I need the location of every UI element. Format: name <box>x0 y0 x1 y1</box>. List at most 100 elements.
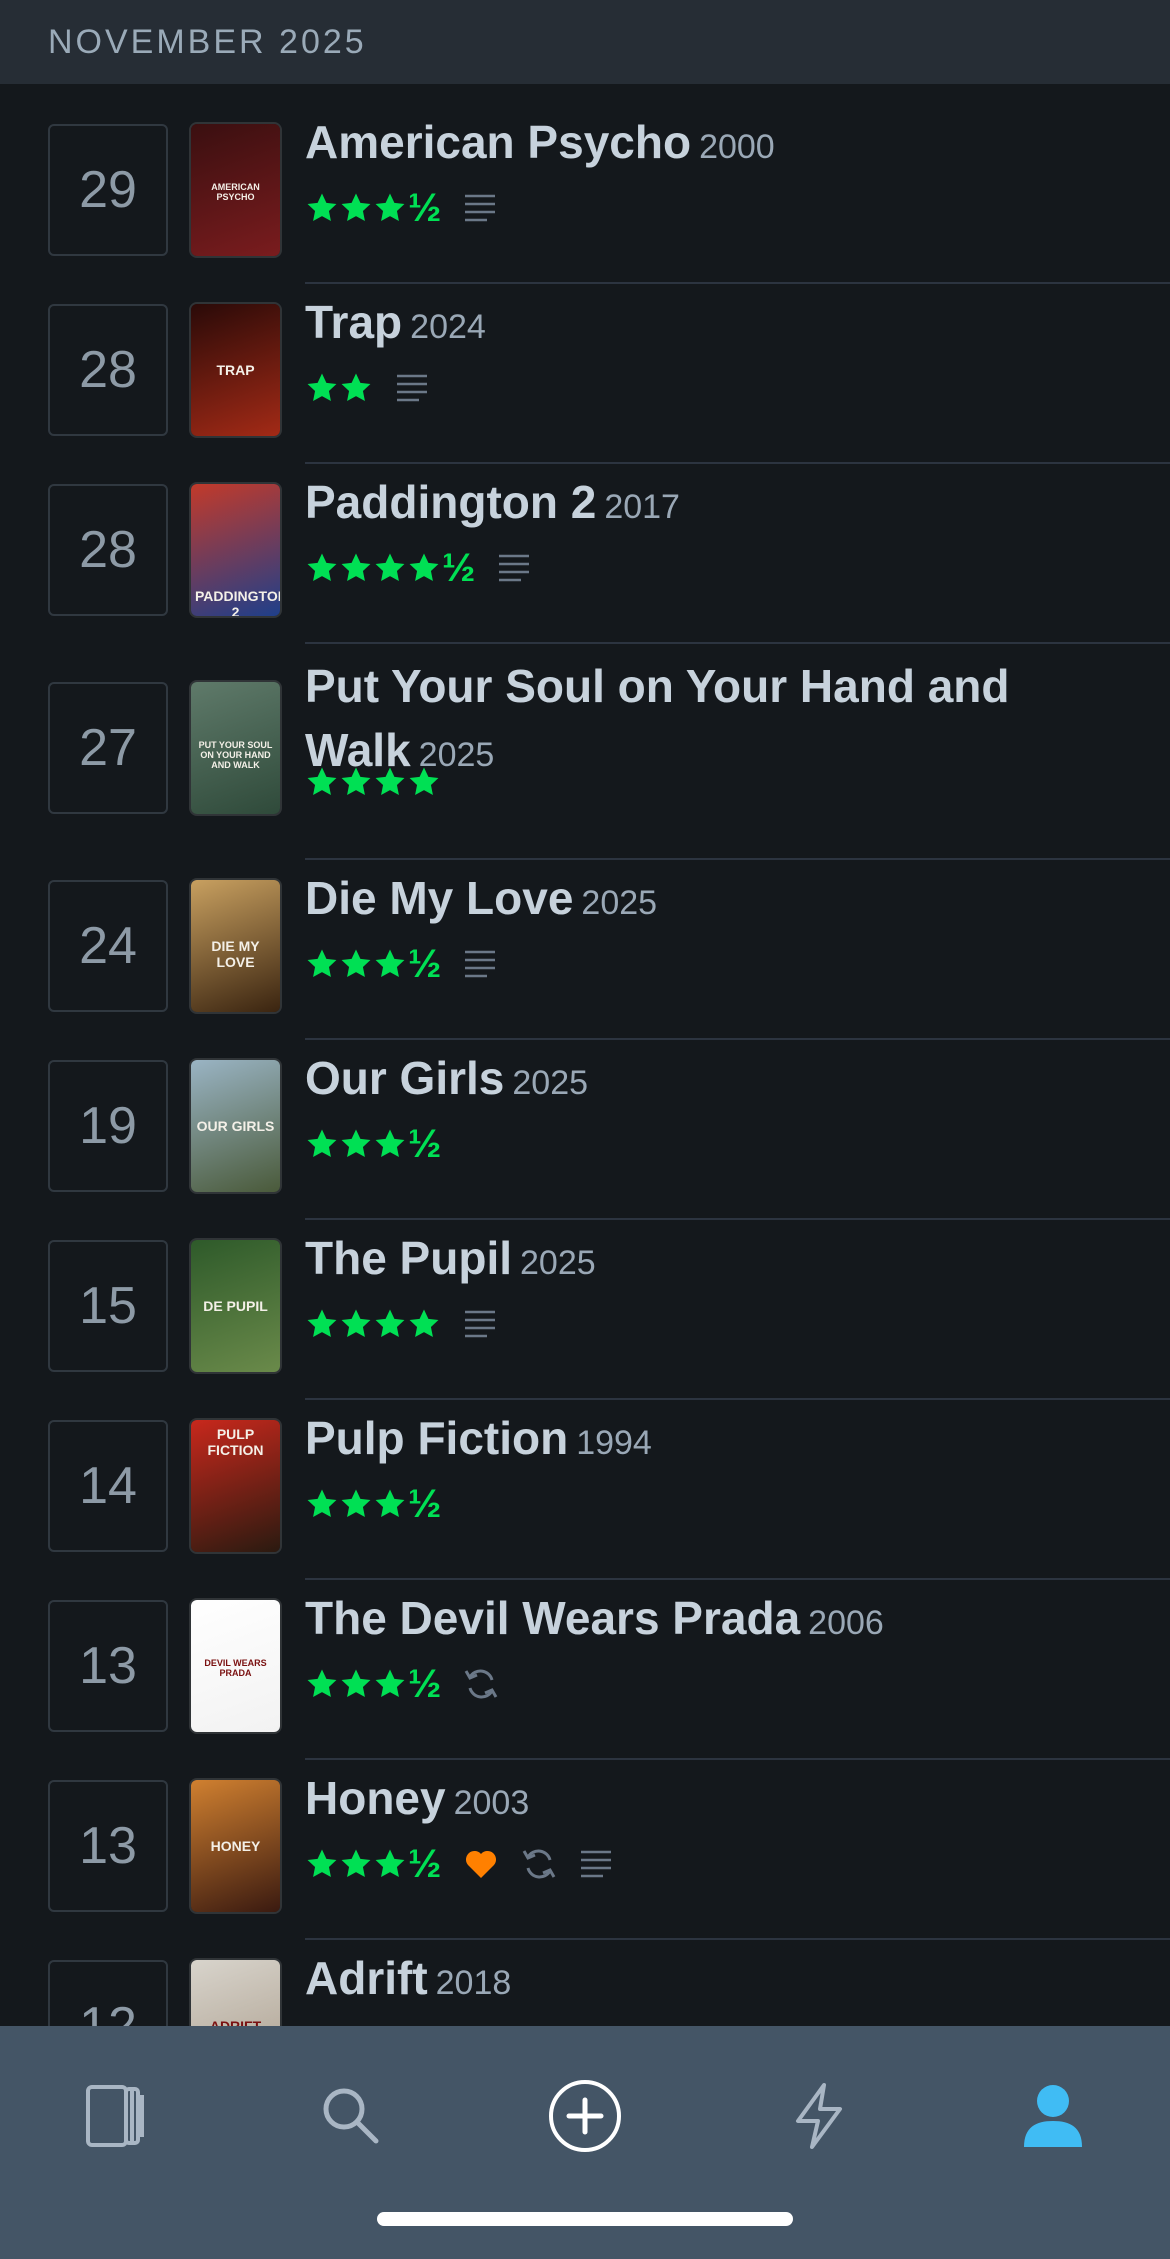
poster-title-text: PADDINGTON 2 <box>195 588 280 616</box>
film-year: 2025 <box>512 1064 589 1102</box>
star-icon <box>339 1307 373 1341</box>
rewatch-icon <box>463 1666 499 1702</box>
diary-entry[interactable]: 13 DEVIL WEARS PRADA The Devil Wears Prada… <box>0 1580 1170 1760</box>
poster-title-text: AMERICAN PSYCHO <box>211 182 260 202</box>
film-title-line[interactable]: Honey 2003 <box>305 1772 1125 1836</box>
film-title-line[interactable]: The Devil Wears Prada 2006 <box>305 1592 1125 1656</box>
poster-title-text: PUT YOUR SOUL ON YOUR HAND AND WALK <box>198 740 273 770</box>
diary-entry[interactable]: 24 DIE MY LOVE Die My Love 2025 ½ <box>0 860 1170 1040</box>
film-poster[interactable]: TRAP <box>191 304 280 436</box>
star-rating: ½ <box>305 1484 441 1524</box>
day-box[interactable]: 15 <box>48 1240 168 1372</box>
film-poster[interactable]: DIE MY LOVE <box>191 880 280 1012</box>
film-year: 2017 <box>604 488 680 526</box>
diary-entry[interactable]: 29 AMERICAN PSYCHO American Psycho 2000 ½ <box>0 104 1170 284</box>
poster-title-text: PULP FICTION <box>207 1426 264 1458</box>
diary-list[interactable]: 29 AMERICAN PSYCHO American Psycho 2000 ½ 28 T… <box>0 84 1170 2026</box>
film-poster[interactable]: DEVIL WEARS PRADA <box>191 1600 280 1732</box>
day-box[interactable]: 28 <box>48 304 168 436</box>
star-icon <box>305 1487 339 1521</box>
entry-meta: ½ <box>305 1664 499 1704</box>
film-title-line[interactable]: American Psycho 2000 <box>305 116 1125 180</box>
day-box[interactable]: 14 <box>48 1420 168 1552</box>
star-icon <box>305 765 339 799</box>
poster-title-text: OUR GIRLS <box>196 1118 275 1134</box>
film-year: 2025 <box>520 1244 596 1282</box>
poster-title-text: DIE MY LOVE <box>211 938 260 970</box>
diary-entry[interactable]: 19 OUR GIRLS Our Girls 2025 ½ <box>0 1040 1170 1220</box>
day-box[interactable]: 13 <box>48 1780 168 1912</box>
add-tab[interactable] <box>545 2076 625 2156</box>
film-year: 2025 <box>581 884 658 922</box>
film-poster[interactable]: PADDINGTON 2 <box>191 484 280 616</box>
activity-tab[interactable] <box>779 2076 859 2156</box>
star-icon <box>407 551 441 585</box>
film-title[interactable]: Honey <box>305 1772 446 1824</box>
film-title-line[interactable]: The Pupil 2025 <box>305 1232 1125 1296</box>
month-label: NOVEMBER 2025 <box>48 22 367 61</box>
day-box[interactable]: 29 <box>48 124 168 256</box>
day-box[interactable]: 24 <box>48 880 168 1012</box>
activity-bolt-icon <box>796 2083 842 2149</box>
home-indicator <box>377 2212 793 2226</box>
film-title[interactable]: Paddington 2 <box>305 476 596 528</box>
like-heart-icon <box>463 1846 499 1882</box>
film-title[interactable]: American Psycho <box>305 116 691 168</box>
film-poster[interactable]: OUR GIRLS <box>191 1060 280 1192</box>
star-icon <box>373 765 407 799</box>
rewatch-icon <box>521 1846 557 1882</box>
day-box[interactable]: 13 <box>48 1600 168 1732</box>
films-tab[interactable] <box>77 2076 157 2156</box>
day-box[interactable]: 28 <box>48 484 168 616</box>
film-poster[interactable]: ADRIFT <box>191 1960 280 2026</box>
day-box[interactable]: 27 <box>48 682 168 814</box>
film-poster[interactable]: HONEY <box>191 1780 280 1912</box>
film-title-line[interactable]: Our Girls 2025 <box>305 1052 1125 1116</box>
film-title-line[interactable]: Adrift 2018 <box>305 1952 1125 2016</box>
film-title-line[interactable]: Pulp Fiction 1994 <box>305 1412 1125 1476</box>
diary-entry[interactable]: 27 PUT YOUR SOUL ON YOUR HAND AND WALK Put… <box>0 644 1170 860</box>
film-year: 2006 <box>808 1604 884 1642</box>
film-title-line[interactable]: Paddington 2 2017 <box>305 476 1125 540</box>
star-icon <box>373 1487 407 1521</box>
star-icon <box>305 191 339 225</box>
film-title[interactable]: Trap <box>305 296 402 348</box>
star-icon <box>339 1127 373 1161</box>
half-star-icon: ½ <box>408 1122 442 1166</box>
profile-icon <box>1024 2085 1082 2147</box>
film-poster[interactable]: PULP FICTION <box>191 1420 280 1552</box>
diary-entry[interactable]: 13 HONEY Honey 2003 ½ <box>0 1760 1170 1940</box>
star-icon <box>305 1127 339 1161</box>
diary-entry[interactable]: 28 PADDINGTON 2 Paddington 2 2017 ½ <box>0 464 1170 644</box>
diary-entry[interactable]: 14 PULP FICTION Pulp Fiction 1994 ½ <box>0 1400 1170 1580</box>
month-section-header: NOVEMBER 2025 <box>0 0 1170 84</box>
profile-tab[interactable] <box>1013 2076 1093 2156</box>
star-icon <box>373 1307 407 1341</box>
film-title[interactable]: Our Girls <box>305 1052 504 1104</box>
review-icon <box>463 946 499 982</box>
half-star-icon: ½ <box>408 1842 442 1886</box>
film-title[interactable]: Adrift <box>305 1952 428 2004</box>
search-tab[interactable] <box>311 2076 391 2156</box>
film-poster[interactable]: DE PUPIL <box>191 1240 280 1372</box>
day-box[interactable]: 12 <box>48 1960 168 2026</box>
day-box[interactable]: 19 <box>48 1060 168 1192</box>
entry-meta <box>305 762 441 802</box>
film-poster[interactable]: PUT YOUR SOUL ON YOUR HAND AND WALK <box>191 682 280 814</box>
diary-entry[interactable]: 15 DE PUPIL The Pupil 2025 <box>0 1220 1170 1400</box>
star-icon <box>305 947 339 981</box>
film-title[interactable]: Die My Love <box>305 872 573 924</box>
star-icon <box>373 947 407 981</box>
half-star-icon: ½ <box>442 546 476 590</box>
star-rating: ½ <box>305 1124 441 1164</box>
film-title-line[interactable]: Trap 2024 <box>305 296 1125 360</box>
diary-entry[interactable]: 28 TRAP Trap 2024 <box>0 284 1170 464</box>
film-title[interactable]: Put Your Soul on Your Hand and Walk <box>305 660 1010 776</box>
star-icon <box>305 1667 339 1701</box>
film-title[interactable]: The Devil Wears Prada <box>305 1592 800 1644</box>
diary-entry[interactable]: 12 ADRIFT Adrift 2018 <box>0 1940 1170 2026</box>
film-poster[interactable]: AMERICAN PSYCHO <box>191 124 280 256</box>
film-title-line[interactable]: Die My Love 2025 <box>305 872 1125 936</box>
film-title[interactable]: The Pupil <box>305 1232 512 1284</box>
film-title[interactable]: Pulp Fiction <box>305 1412 568 1464</box>
